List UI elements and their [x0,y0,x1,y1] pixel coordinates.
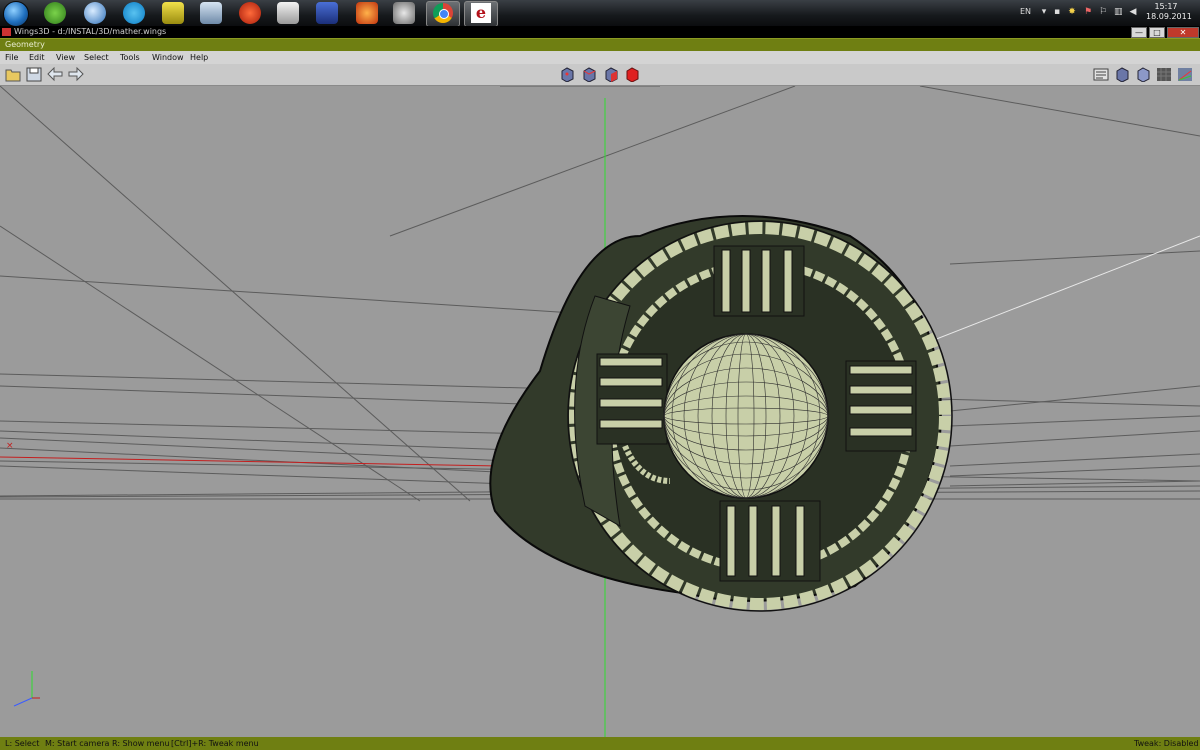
erlang-taskbar-button[interactable]: e [464,1,498,27]
geometry-viewport[interactable]: × [0,86,1200,737]
menu-bar: File Edit View Select Tools Window Help [0,51,1200,65]
gamepad-icon[interactable] [162,2,184,24]
clock-time: 15:17 [1154,2,1178,11]
viewport-canvas[interactable]: × [0,86,1200,737]
erlang-icon: e [471,3,491,23]
language-indicator[interactable]: EN [1020,7,1031,16]
geometry-window-header: Geometry [0,38,1200,51]
body-mode-icon[interactable] [624,67,640,82]
wings-app-icon [2,28,11,36]
chrome-icon [433,3,453,23]
status-tweak-state: Tweak: Disabled [1134,739,1199,748]
menu-view[interactable]: View [56,51,75,64]
vane-left [596,353,668,445]
maximize-button[interactable]: □ [1149,27,1165,38]
axis-gizmo [13,671,40,707]
minimize-button[interactable]: — [1131,27,1147,38]
sun-icon[interactable]: ✸ [1068,7,1076,17]
firefox-icon[interactable] [356,2,378,24]
status-select: L: Select [5,739,40,748]
start-button[interactable] [3,1,29,27]
undo-arrow-icon[interactable] [47,67,63,82]
x-axis-label: × [6,441,14,451]
volume-icon[interactable]: ◀ [1129,7,1137,17]
skull-icon[interactable] [393,2,415,24]
tool-icon[interactable] [200,2,222,24]
skype-icon[interactable] [123,2,145,24]
windows-taskbar: e EN ▾ ▪ ✸ ⚑ ⚐ ▥ ◀ 15:17 18.09.2011 [0,0,1200,27]
menu-help[interactable]: Help [190,51,208,64]
status-camera: M: Start camera [45,739,110,748]
face-mode-icon[interactable] [603,67,619,82]
vane-right [845,360,917,452]
redo-arrow-icon[interactable] [68,67,84,82]
window-title: Wings3D - d:/INSTAL/3D/mather.wings [14,27,167,36]
turbine-model [489,215,953,612]
vertex-mode-icon[interactable] [559,67,575,82]
clock[interactable]: 15:17 18.09.2011 [1146,2,1192,22]
wireframe-view-icon[interactable] [1114,67,1130,82]
close-button[interactable]: ✕ [1167,27,1199,38]
center-sphere [663,333,829,499]
geometry-title: Geometry [5,40,45,49]
ccleaner-icon[interactable] [239,2,261,24]
grid-toggle-icon[interactable] [1156,67,1172,82]
axes-toggle-icon[interactable] [1177,67,1193,82]
info-panel-icon[interactable] [1093,67,1109,82]
chrome-taskbar-button[interactable] [426,1,460,27]
vane-bottom [719,500,821,582]
speaker-icon[interactable] [277,2,299,24]
toolbar [0,64,1200,86]
tray-app-icon[interactable]: ▪ [1053,7,1061,17]
action-center-icon[interactable]: ⚐ [1099,7,1107,17]
vane-top [713,245,805,317]
status-menu: R: Show menu [112,739,170,748]
status-tweak-menu: [Ctrl]+R: Tweak menu [171,739,259,748]
open-folder-icon[interactable] [5,67,21,82]
chevron-down-icon[interactable]: ▾ [1040,7,1048,17]
smooth-view-icon[interactable] [1135,67,1151,82]
menu-edit[interactable]: Edit [29,51,45,64]
floppy-icon[interactable] [316,2,338,24]
menu-file[interactable]: File [5,51,18,64]
clock-date: 18.09.2011 [1146,12,1192,21]
edge-mode-icon[interactable] [581,67,597,82]
save-icon[interactable] [26,67,42,82]
menu-window[interactable]: Window [152,51,184,64]
status-bar: L: Select M: Start camera R: Show menu [… [0,737,1200,750]
window-titlebar: Wings3D - d:/INSTAL/3D/mather.wings — □ … [0,26,1200,38]
menu-select[interactable]: Select [84,51,109,64]
network-icon[interactable]: ▥ [1114,7,1123,17]
google-earth-icon[interactable] [84,2,106,24]
menu-tools[interactable]: Tools [120,51,140,64]
flag-icon[interactable]: ⚑ [1084,7,1092,17]
utorrent-icon[interactable] [44,2,66,24]
